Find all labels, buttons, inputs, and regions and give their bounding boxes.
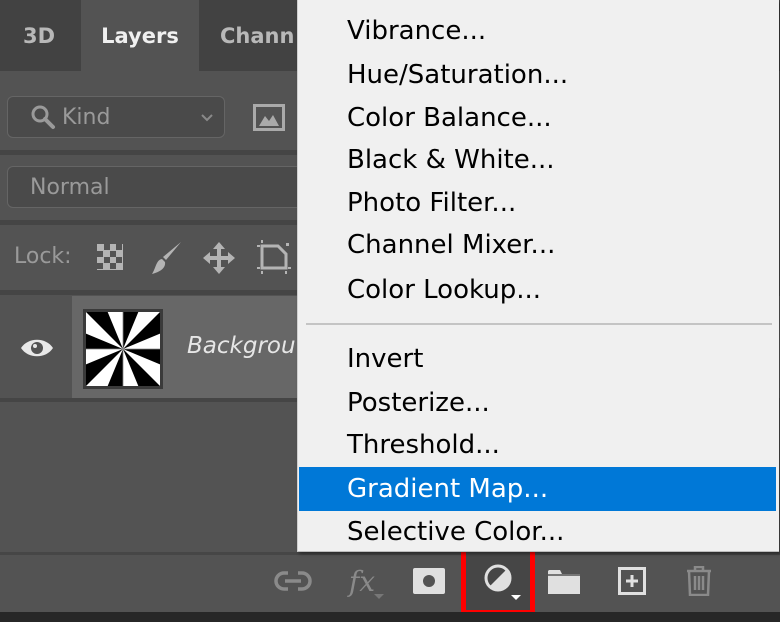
link-layers-button[interactable] bbox=[265, 558, 321, 604]
dropdown-indicator bbox=[374, 594, 384, 599]
menu-item-black-white[interactable]: Black & White... bbox=[299, 139, 776, 181]
menu-item-label: Posterize... bbox=[347, 388, 490, 418]
tab-label: Chann bbox=[220, 23, 295, 48]
image-filter-button[interactable] bbox=[253, 104, 285, 136]
fx-icon: fx bbox=[348, 564, 376, 598]
lock-pixels-button[interactable] bbox=[150, 240, 184, 280]
menu-item-label: Color Lookup... bbox=[347, 275, 542, 305]
new-layer-icon bbox=[618, 567, 646, 595]
menu-item-gradient-map[interactable]: Gradient Map... bbox=[299, 467, 776, 511]
add-mask-button[interactable] bbox=[401, 558, 457, 604]
layer-thumbnail bbox=[83, 309, 163, 389]
new-group-button[interactable] bbox=[536, 558, 592, 604]
tab-3d[interactable]: 3D bbox=[0, 0, 78, 71]
transparency-lock-icon bbox=[97, 244, 123, 270]
new-layer-button[interactable] bbox=[604, 558, 660, 604]
divider bbox=[0, 398, 297, 402]
starburst-thumbnail-image bbox=[86, 312, 160, 386]
divider bbox=[0, 150, 297, 155]
menu-item-label: Channel Mixer... bbox=[347, 230, 556, 260]
menu-item-photo-filter[interactable]: Photo Filter... bbox=[299, 182, 776, 224]
adjustment-layer-menu: Vibrance... Hue/Saturation... Color Bala… bbox=[297, 0, 779, 552]
menu-item-label: Vibrance... bbox=[347, 16, 487, 46]
lock-artboard-button[interactable] bbox=[256, 240, 292, 278]
move-lock-icon bbox=[203, 242, 235, 274]
highlight-box bbox=[461, 547, 535, 615]
menu-item-channel-mixer[interactable]: Channel Mixer... bbox=[299, 224, 776, 266]
lock-transparency-button[interactable] bbox=[96, 243, 124, 275]
filter-value: Kind bbox=[62, 104, 111, 130]
menu-item-threshold[interactable]: Threshold... bbox=[299, 424, 776, 466]
layer-name[interactable]: Backgrou bbox=[187, 333, 296, 359]
lock-position-button[interactable] bbox=[202, 241, 236, 279]
tab-label: 3D bbox=[22, 23, 56, 48]
divider bbox=[0, 220, 297, 225]
menu-item-color-balance[interactable]: Color Balance... bbox=[299, 97, 776, 139]
menu-item-selective-color[interactable]: Selective Color... bbox=[299, 511, 776, 553]
layer-style-button[interactable]: fx bbox=[334, 558, 390, 604]
blend-mode-select[interactable]: Normal bbox=[7, 166, 307, 208]
search-icon bbox=[31, 105, 55, 129]
menu-item-posterize[interactable]: Posterize... bbox=[299, 382, 776, 424]
menu-item-label: Invert bbox=[347, 344, 424, 374]
lock-label: Lock: bbox=[14, 244, 72, 269]
eye-icon bbox=[21, 339, 53, 357]
new-group-icon bbox=[548, 570, 580, 594]
image-icon bbox=[253, 104, 285, 131]
menu-item-hue-saturation[interactable]: Hue/Saturation... bbox=[299, 54, 776, 96]
brush-lock-icon bbox=[152, 242, 181, 274]
menu-separator bbox=[306, 323, 772, 325]
menu-item-color-lookup[interactable]: Color Lookup... bbox=[299, 269, 776, 311]
menu-item-label: Color Balance... bbox=[347, 103, 552, 133]
menu-item-label: Gradient Map... bbox=[347, 474, 549, 504]
add-mask-icon bbox=[413, 568, 445, 594]
menu-item-vibrance[interactable]: Vibrance... bbox=[299, 10, 776, 52]
chevron-down-icon bbox=[201, 114, 213, 122]
menu-item-label: Black & White... bbox=[347, 145, 555, 175]
menu-item-label: Threshold... bbox=[347, 430, 500, 460]
menu-item-label: Photo Filter... bbox=[347, 188, 517, 218]
delete-layer-button[interactable] bbox=[671, 558, 727, 604]
artboard-lock-icon bbox=[257, 240, 291, 274]
layers-footer-toolbar bbox=[0, 552, 780, 615]
link-layers-icon bbox=[274, 571, 312, 591]
menu-item-label: Selective Color... bbox=[347, 517, 565, 547]
blend-mode-value: Normal bbox=[30, 174, 110, 200]
menu-item-label: Hue/Saturation... bbox=[347, 60, 569, 90]
bottom-strip bbox=[0, 612, 780, 622]
divider bbox=[0, 290, 297, 295]
filter-kind-select[interactable]: Kind bbox=[7, 96, 225, 138]
visibility-toggle[interactable] bbox=[20, 336, 54, 364]
menu-item-invert[interactable]: Invert bbox=[299, 338, 776, 380]
tab-label: Layers bbox=[101, 23, 179, 48]
tab-layers[interactable]: Layers bbox=[81, 0, 199, 71]
delete-icon bbox=[687, 566, 711, 596]
